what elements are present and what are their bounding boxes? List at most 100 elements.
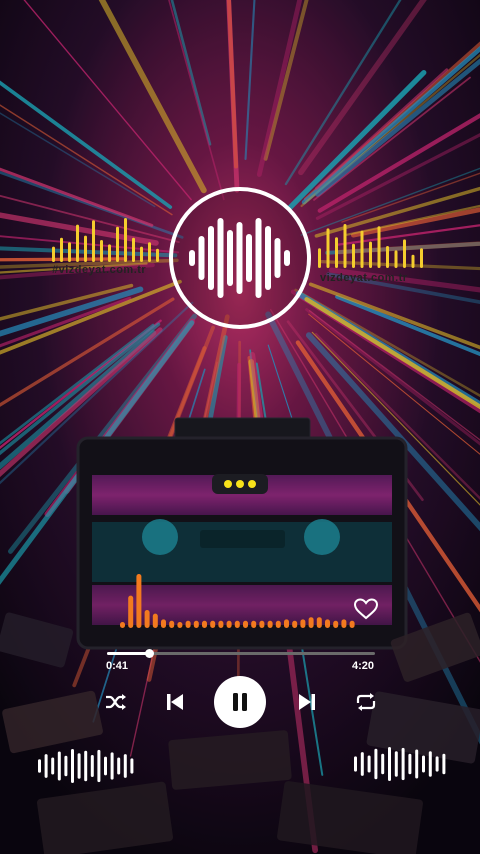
spectrum-bar (292, 620, 298, 628)
waveform-bar (97, 749, 101, 783)
waveform-bar (394, 751, 398, 777)
visualizer-bar (140, 246, 143, 262)
visualizer-bar (132, 237, 135, 262)
waveform-bar (130, 758, 134, 774)
wave-bar (217, 218, 224, 298)
dot-icon (224, 480, 232, 488)
audio-wave-icon (169, 187, 311, 329)
spectrum-bar (136, 574, 142, 628)
spectrum-bar (251, 620, 257, 628)
like-button[interactable] (352, 596, 380, 622)
waveform-bar (422, 755, 425, 773)
spectrum-bar (234, 620, 240, 628)
wave-bar (284, 250, 290, 266)
elapsed-time: 0:41 (106, 660, 129, 672)
spectrum-bar (226, 620, 232, 628)
visualizer-bar (148, 242, 151, 262)
watermark-left: #vizdeyat.com.tr (52, 264, 147, 276)
waveform-bar (374, 748, 378, 780)
spectrum-bar (300, 619, 306, 628)
wave-bar (265, 226, 271, 290)
wave-bar (189, 250, 195, 266)
waveform-bar (110, 752, 114, 780)
waveform-bar (117, 757, 121, 775)
visualizer-bar (369, 241, 372, 268)
wave-bar (255, 218, 262, 298)
visualizer-bar (352, 243, 355, 268)
visualizer-bar (156, 248, 159, 262)
visualizer-bar (100, 240, 103, 262)
waveform-bar (408, 753, 412, 775)
visualizer-bar (84, 235, 87, 262)
spectrum-bar (325, 619, 330, 628)
spectrum-bar (185, 620, 191, 628)
wave-bar (198, 236, 205, 280)
spectrum-bar (316, 617, 322, 628)
skip-previous-icon (167, 694, 183, 710)
waveform-bar (354, 756, 357, 772)
spectrum-bar (144, 610, 150, 628)
visualizer-bar (394, 250, 398, 268)
spectrum-bar (284, 619, 289, 628)
spectrum-bar (169, 620, 175, 628)
spectrum-bar (218, 620, 224, 628)
waveform-bar (360, 752, 364, 776)
spectrum-bar (259, 620, 265, 628)
next-button[interactable] (293, 688, 321, 716)
spectrum-bar (161, 619, 166, 628)
visualizer-bar (386, 246, 389, 268)
shuffle-icon (106, 694, 126, 710)
seek-bar[interactable] (107, 649, 375, 658)
spectrum-bar (193, 620, 199, 628)
repeat-button[interactable] (352, 688, 380, 716)
seek-bar-fill (107, 652, 150, 655)
waveform-bar (367, 755, 371, 773)
watermark-right: vizdeyat.com.tr (320, 272, 408, 284)
wave-bar (208, 226, 214, 290)
spectrum-bar (128, 595, 134, 628)
visualizer-bar (335, 237, 338, 268)
spectrum-bar (177, 622, 183, 628)
total-duration: 4:20 (352, 660, 375, 672)
visualizer-bar (68, 242, 71, 262)
visualizer-bar (52, 246, 55, 262)
previous-button[interactable] (161, 688, 189, 716)
dot-icon (248, 480, 256, 488)
visualizer-bar (360, 230, 364, 268)
waveform-bar (51, 757, 55, 775)
waveform-bar (90, 754, 94, 778)
shuffle-button[interactable] (102, 688, 130, 716)
wave-bar (274, 238, 281, 278)
waveform-bar (442, 753, 446, 775)
spectrum-bar (341, 619, 347, 628)
dot-icon (236, 480, 244, 488)
more-options-button[interactable] (212, 474, 268, 494)
waveform-bar (401, 747, 405, 781)
waveform-bar (388, 747, 391, 781)
pause-button[interactable] (214, 676, 266, 728)
visualizer-bar (411, 254, 415, 268)
wave-bar (246, 234, 252, 282)
spectrum-bar (202, 620, 207, 628)
visualizer-bar (420, 248, 423, 268)
waveform-bar (104, 756, 107, 776)
spectrum-bar (243, 620, 248, 628)
spectrum-bar (120, 622, 125, 628)
pause-icon (233, 693, 247, 711)
visualizer-bar (76, 224, 79, 262)
wave-bar (236, 222, 243, 294)
seek-bar-thumb[interactable] (145, 649, 155, 658)
visualizer-bar (318, 248, 321, 268)
visualizer-bar (377, 226, 381, 268)
heart-icon (354, 598, 378, 620)
visualizer-bar (60, 237, 63, 262)
wave-bar (227, 230, 233, 286)
spectrum-bar (275, 620, 281, 628)
waveform-bar (77, 753, 81, 779)
spectrum-bar (152, 613, 158, 628)
waveform-bar (415, 749, 419, 779)
skip-next-icon (299, 694, 315, 710)
waveform-bar (435, 756, 439, 772)
waveform-bar (64, 755, 68, 777)
visualizer-bar (343, 224, 347, 268)
